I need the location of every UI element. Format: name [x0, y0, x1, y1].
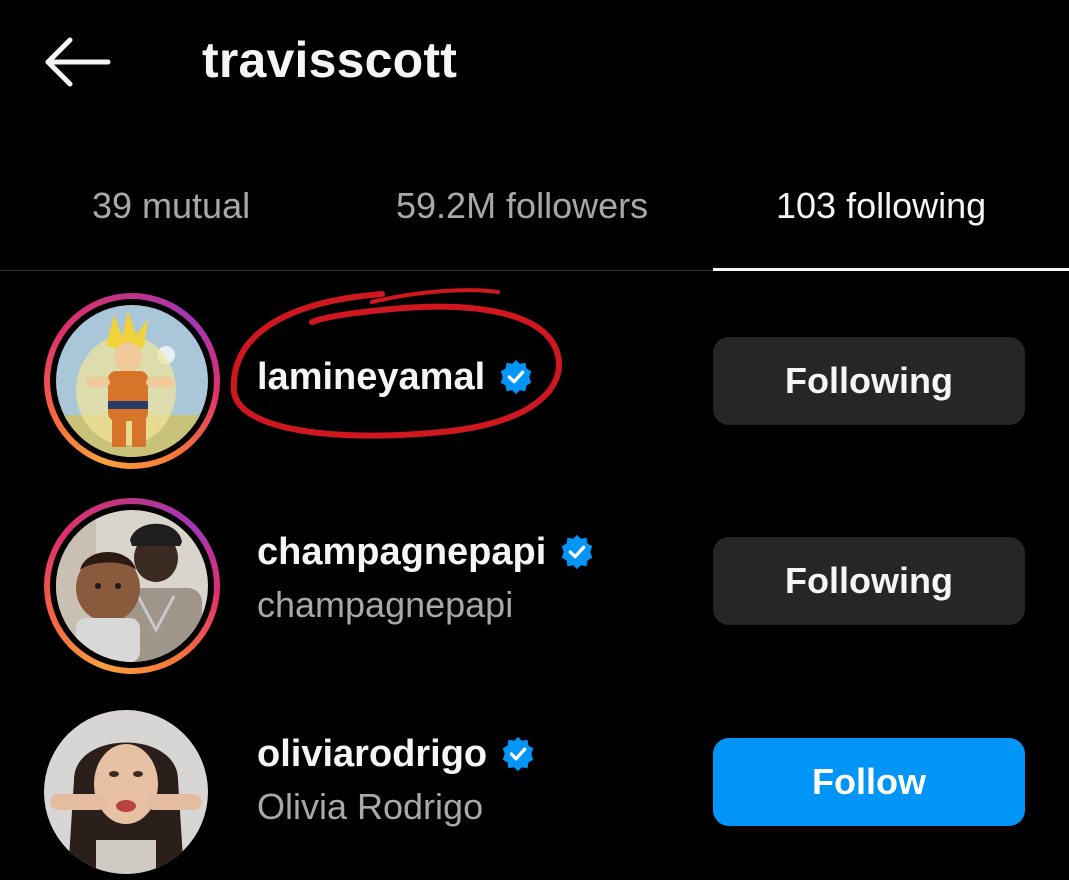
username[interactable]: lamineyamal — [257, 353, 485, 401]
avatar-story-ring[interactable] — [44, 498, 220, 674]
username[interactable]: oliviarodrigo — [257, 730, 487, 778]
avatar — [44, 710, 208, 874]
verified-badge-icon — [497, 358, 535, 396]
follow-button[interactable]: Follow — [713, 738, 1025, 826]
following-button[interactable]: Following — [713, 537, 1025, 625]
list-item[interactable]: oliviarodrigo Olivia Rodrigo Follow — [0, 690, 1069, 880]
full-name: champagnepapi — [257, 584, 514, 625]
avatar — [56, 305, 208, 457]
tab-following[interactable]: 103 following — [776, 168, 986, 268]
page-title: travisscott — [202, 32, 458, 88]
avatar — [56, 510, 208, 662]
username[interactable]: champagnepapi — [257, 528, 546, 576]
tab-bar: 39 mutual 59.2M followers 103 following — [0, 168, 1069, 272]
tab-mutual[interactable]: 39 mutual — [92, 168, 250, 268]
full-name: Olivia Rodrigo — [257, 786, 484, 827]
top-bar: travisscott — [0, 0, 1069, 120]
avatar-wrapper[interactable] — [44, 698, 220, 874]
verified-badge-icon — [558, 533, 596, 571]
back-button[interactable] — [40, 28, 114, 92]
verified-badge-icon — [499, 735, 537, 773]
avatar-story-ring[interactable] — [44, 293, 220, 469]
tab-followers[interactable]: 59.2M followers — [396, 168, 648, 268]
arrow-left-icon — [45, 37, 111, 87]
following-button[interactable]: Following — [713, 337, 1025, 425]
list-item[interactable]: lamineyamal Following — [0, 285, 1069, 475]
active-tab-indicator — [713, 268, 1069, 271]
list-item[interactable]: champagnepapi champagnepapi Following — [0, 490, 1069, 680]
